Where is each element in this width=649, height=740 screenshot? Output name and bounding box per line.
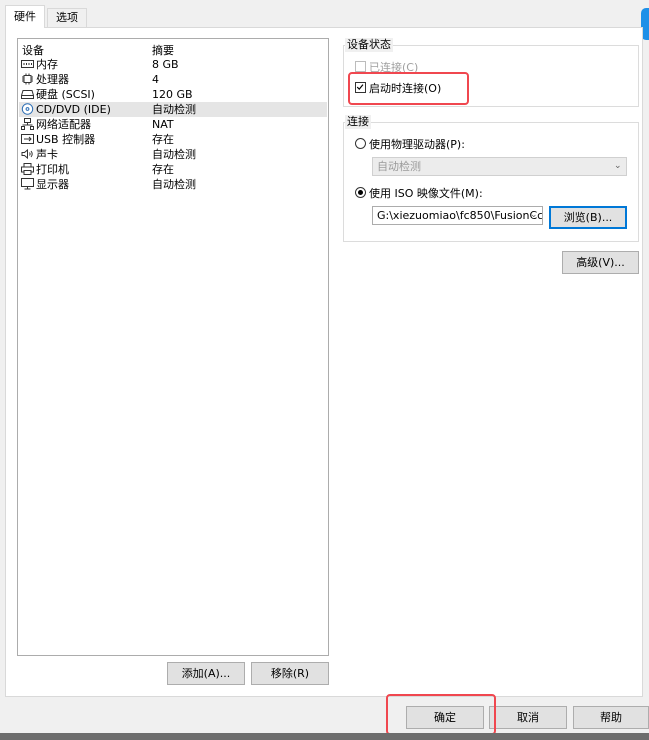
device-summary: 8 GB (152, 58, 179, 71)
cancel-button[interactable]: 取消 (489, 706, 567, 729)
add-device-button[interactable]: 添加(A)... (167, 662, 245, 685)
device-summary: 存在 (152, 133, 174, 146)
usb-icon (21, 134, 34, 144)
printer-icon (21, 163, 34, 175)
device-summary: NAT (152, 118, 174, 131)
summary-column-header: 摘要 (152, 44, 174, 57)
device-name: 声卡 (36, 148, 58, 161)
device-summary: 自动检测 (152, 178, 196, 191)
memory-icon (21, 60, 34, 68)
device-name: 打印机 (36, 163, 69, 176)
device-summary: 存在 (152, 163, 174, 176)
iso-path-combo[interactable]: G:\xiezuomiao\fc850\FusionCc ⌄ (372, 206, 543, 225)
device-row-processor[interactable]: 处理器 4 (19, 72, 327, 87)
bottom-bar (0, 733, 649, 740)
display-icon (21, 178, 34, 190)
device-name: 网络适配器 (36, 118, 91, 131)
device-row-display[interactable]: 显示器 自动检测 (19, 177, 327, 192)
device-list[interactable]: 设备 摘要 内存 8 GB 处理器 4 硬盘 (SCSI) 120 GB CD/… (17, 38, 329, 656)
sound-card-icon (21, 148, 33, 160)
device-summary: 120 GB (152, 88, 193, 101)
device-row-network-adapter[interactable]: 网络适配器 NAT (19, 117, 327, 132)
device-row-cd-dvd[interactable]: CD/DVD (IDE) 自动检测 (19, 102, 327, 117)
network-adapter-icon (21, 118, 34, 130)
connection-title: 连接 (345, 115, 371, 129)
physical-drive-select[interactable]: 自动检测 ⌄ (372, 157, 627, 176)
device-name: 内存 (36, 58, 58, 71)
physical-drive-value: 自动检测 (377, 160, 421, 173)
device-row-usb[interactable]: USB 控制器 存在 (19, 132, 327, 147)
chevron-down-icon: ⌄ (614, 161, 622, 171)
highlight-annotation-power-on (348, 72, 469, 105)
chevron-down-icon: ⌄ (530, 210, 538, 220)
device-row-sound-card[interactable]: 声卡 自动检测 (19, 147, 327, 162)
help-button[interactable]: 帮助 (573, 706, 649, 729)
device-summary: 4 (152, 73, 159, 86)
device-status-title: 设备状态 (345, 38, 393, 52)
device-column-header: 设备 (22, 44, 44, 57)
device-row-memory[interactable]: 内存 8 GB (19, 57, 327, 72)
device-name: CD/DVD (IDE) (36, 103, 111, 116)
device-row-harddisk[interactable]: 硬盘 (SCSI) 120 GB (19, 87, 327, 102)
physical-drive-label: 使用物理驱动器(P): (369, 138, 465, 151)
cpu-icon (22, 73, 33, 85)
highlight-annotation-ok (386, 694, 496, 735)
tab-hardware[interactable]: 硬件 (5, 5, 45, 28)
device-name: 显示器 (36, 178, 69, 191)
harddisk-icon (21, 90, 34, 99)
remove-device-button[interactable]: 移除(R) (251, 662, 329, 685)
advanced-button[interactable]: 高级(V)... (562, 251, 639, 274)
iso-path-value: G:\xiezuomiao\fc850\FusionCc (377, 209, 543, 222)
device-name: USB 控制器 (36, 133, 96, 146)
browse-button[interactable]: 浏览(B)... (549, 206, 627, 229)
tab-options[interactable]: 选项 (47, 8, 87, 28)
device-name: 处理器 (36, 73, 69, 86)
cd-dvd-icon (21, 103, 34, 115)
iso-image-radio[interactable] (355, 187, 366, 198)
device-name: 硬盘 (SCSI) (36, 88, 95, 101)
connected-checkbox[interactable] (355, 61, 366, 72)
device-summary: 自动检测 (152, 103, 196, 116)
iso-image-label: 使用 ISO 映像文件(M): (369, 187, 483, 200)
device-row-printer[interactable]: 打印机 存在 (19, 162, 327, 177)
physical-drive-radio[interactable] (355, 138, 366, 149)
device-summary: 自动检测 (152, 148, 196, 161)
